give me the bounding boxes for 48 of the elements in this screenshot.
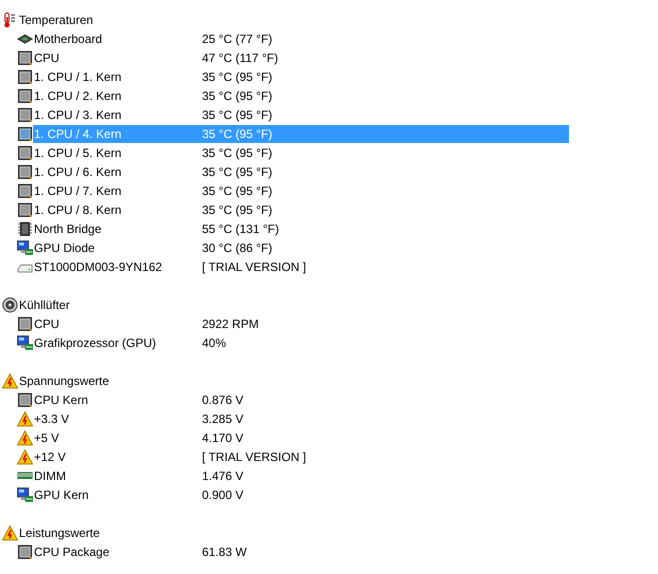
sensor-row[interactable]: 1. CPU / 6. Kern 35 °C (95 °F) (33, 162, 569, 180)
sensor-row[interactable]: +5 V 4.170 V (33, 428, 569, 446)
sensor-row[interactable]: Motherboard 25 °C (77 °F) (33, 30, 569, 48)
monitor-icon (17, 240, 33, 256)
thermometer-icon (2, 12, 18, 28)
sensor-row[interactable]: ST1000DM003-9YN162 [ TRIAL VERSION ] (33, 258, 569, 276)
chip-icon (17, 220, 33, 236)
chip-icon (17, 544, 33, 560)
sensor-row[interactable]: 1. CPU / 7. Kern 35 °C (95 °F) (33, 182, 569, 200)
sensor-row[interactable]: North Bridge 55 °C (131 °F) (33, 220, 569, 238)
sensor-row[interactable]: 1. CPU / 3. Kern 35 °C (95 °F) (33, 106, 569, 124)
warning-icon (2, 524, 18, 540)
sensor-row[interactable]: 1. CPU / 1. Kern 35 °C (95 °F) (33, 68, 569, 86)
chip-icon (17, 182, 33, 198)
chip-icon (17, 202, 33, 218)
sensor-row[interactable]: +3.3 V 3.285 V (33, 410, 569, 428)
warning-icon (17, 448, 33, 464)
fan-icon (2, 296, 18, 312)
monitor-icon (17, 334, 33, 350)
monitor-icon (17, 486, 33, 502)
group-heading: Leistungswerte (19, 526, 100, 540)
sensor-row[interactable]: CPU 47 °C (117 °F) (33, 48, 569, 66)
sensor-row[interactable]: DIMM 1.476 V (33, 466, 569, 484)
sensor-row[interactable]: 1. CPU / 2. Kern 35 °C (95 °F) (33, 86, 569, 104)
group-heading: Kühllüfter (19, 298, 70, 312)
chip-icon (17, 392, 33, 408)
chip-icon (17, 316, 33, 332)
sensor-row[interactable]: +12 V [ TRIAL VERSION ] (33, 448, 569, 466)
sensor-row[interactable]: 1. CPU / 5. Kern 35 °C (95 °F) (33, 144, 569, 162)
sensor-row[interactable]: 1. CPU / 8. Kern 35 °C (95 °F) (33, 200, 569, 218)
group-heading: Spannungswerte (19, 374, 110, 388)
group-heading: Temperaturen (19, 12, 94, 26)
warning-icon (17, 430, 33, 446)
chip-icon (17, 50, 33, 66)
sensor-row[interactable]: CPU Package 61.83 W (33, 542, 569, 560)
sensor-row[interactable]: Grafikprozessor (GPU) 40% (33, 334, 569, 352)
chip-icon (17, 126, 33, 142)
chip-icon (17, 164, 33, 180)
warning-icon (17, 410, 33, 426)
chip-icon (17, 106, 33, 122)
sensor-row[interactable]: GPU Kern 0.900 V (33, 486, 569, 504)
sensor-row[interactable]: CPU Kern 0.876 V (33, 390, 569, 408)
chip-icon (17, 144, 33, 160)
sensor-row[interactable]: GPU Diode 30 °C (86 °F) (33, 238, 569, 256)
chip-icon (17, 88, 33, 104)
sensor-row[interactable]: CPU 2922 RPM (33, 314, 569, 332)
warning-icon (2, 372, 18, 388)
chip-icon (17, 68, 33, 84)
